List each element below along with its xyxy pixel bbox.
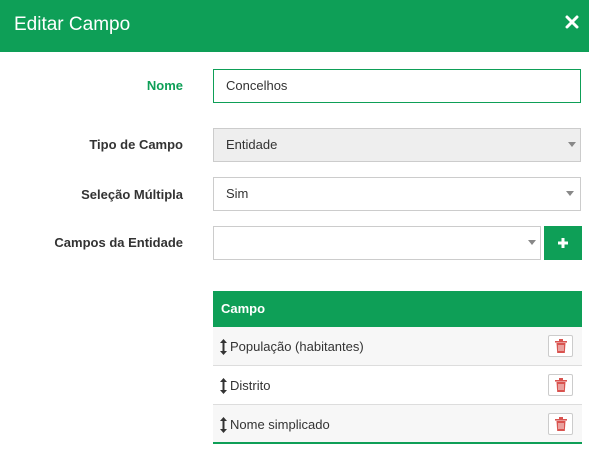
- close-button[interactable]: [565, 15, 585, 35]
- tipo-de-campo-select: Entidade: [213, 128, 581, 162]
- vertical-resize-icon[interactable]: [220, 378, 227, 397]
- delete-row-button[interactable]: [548, 413, 573, 435]
- chevron-down-icon: [568, 142, 576, 147]
- table-row: População (habitantes): [213, 327, 582, 366]
- campos-da-entidade-select[interactable]: [213, 226, 541, 260]
- row-label: Nome simplicado: [230, 417, 330, 432]
- nome-value: Concelhos: [226, 78, 288, 93]
- selecao-multipla-label: Seleção Múltipla: [81, 187, 183, 202]
- table-row: Distrito: [213, 366, 582, 405]
- table-row: Nome simplicado: [213, 405, 582, 444]
- modal-title: Editar Campo: [14, 14, 131, 35]
- fields-table: Campo População (habitantes) Distrito No…: [213, 291, 582, 444]
- chevron-down-icon: [528, 240, 536, 245]
- chevron-down-icon: [566, 191, 574, 196]
- modal-header: Editar Campo: [0, 0, 589, 52]
- selecao-multipla-value: Sim: [226, 186, 249, 201]
- row-label: População (habitantes): [230, 339, 364, 354]
- tipo-de-campo-label: Tipo de Campo: [89, 137, 183, 152]
- delete-row-button[interactable]: [548, 335, 573, 357]
- delete-row-button[interactable]: [548, 374, 573, 396]
- row-label: Distrito: [230, 378, 271, 393]
- nome-input[interactable]: Concelhos: [213, 69, 581, 103]
- vertical-resize-icon[interactable]: [220, 339, 227, 358]
- nome-label: Nome: [146, 78, 183, 93]
- tipo-de-campo-value: Entidade: [226, 137, 278, 152]
- add-field-button[interactable]: [544, 226, 582, 260]
- table-header: Campo: [213, 291, 582, 327]
- vertical-resize-icon[interactable]: [220, 417, 227, 436]
- campos-da-entidade-label: Campos da Entidade: [54, 235, 183, 250]
- selecao-multipla-select[interactable]: Sim: [213, 177, 581, 211]
- close-icon: [565, 15, 585, 29]
